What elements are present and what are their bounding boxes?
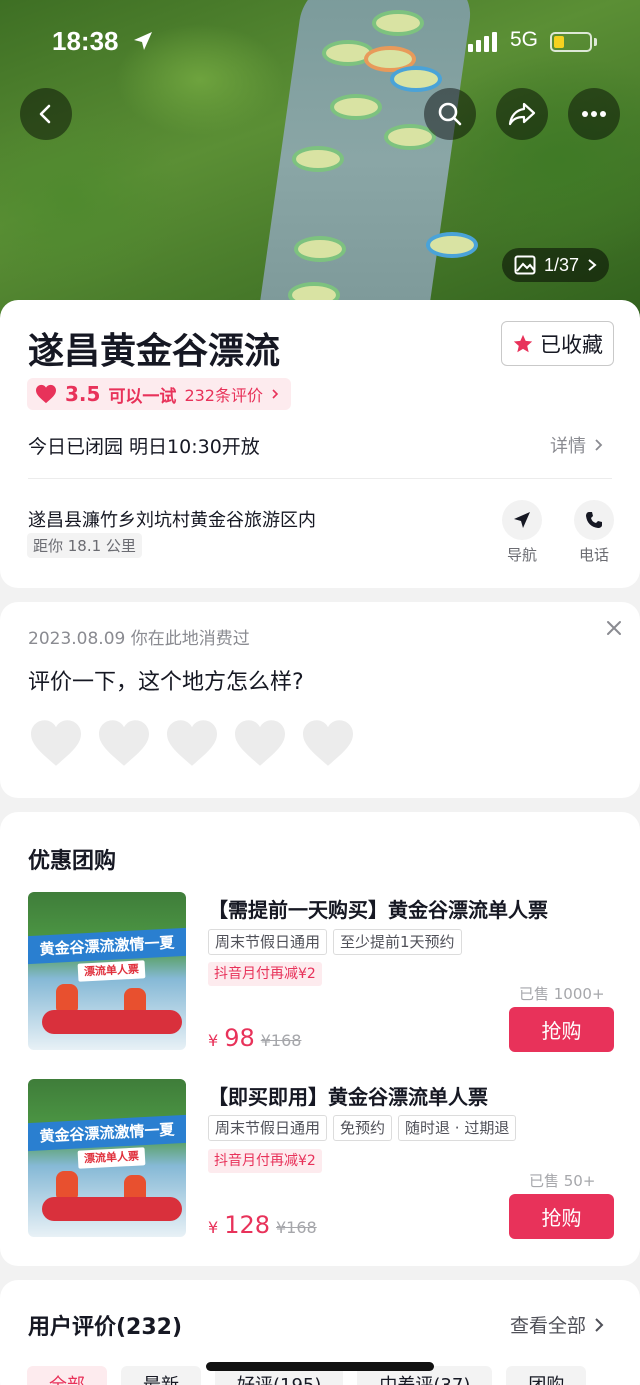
chevron-right-icon xyxy=(588,259,597,271)
navigate-button[interactable]: 导航 xyxy=(492,500,552,565)
location-arrow-icon xyxy=(134,32,152,50)
divider xyxy=(28,478,612,479)
raft xyxy=(390,66,442,92)
phone-icon xyxy=(586,512,602,528)
network-type: 5G xyxy=(510,28,539,51)
phone-label: 电话 xyxy=(578,546,609,564)
battery-icon xyxy=(550,32,592,52)
share-icon xyxy=(508,102,536,126)
deal-sold-count: 已售 1000+ xyxy=(519,985,605,1003)
deal-image-banner: 黄金谷漂流激情一夏 xyxy=(28,927,186,965)
phone-button[interactable]: 电话 xyxy=(564,500,624,565)
heart-icon xyxy=(36,384,56,404)
signal-icon xyxy=(468,32,497,52)
deal-price: ¥ 128 ¥168 xyxy=(208,1211,317,1239)
deal-image-banner: 黄金谷漂流激情一夏 xyxy=(28,1114,186,1152)
price-current: 128 xyxy=(224,1211,270,1239)
deal-tag: 免预约 xyxy=(333,1115,393,1141)
hero-photo[interactable]: 18:38 5G 1/37 xyxy=(0,0,640,330)
raft xyxy=(330,94,382,120)
chevron-right-icon xyxy=(595,1317,604,1332)
more-button[interactable] xyxy=(568,88,620,140)
address[interactable]: 遂昌县濂竹乡刘坑村黄金谷旅游区内 xyxy=(28,506,316,532)
close-icon[interactable] xyxy=(604,618,624,638)
deal-image-sub: 漂流单人票 xyxy=(77,1147,146,1169)
deal-title[interactable]: 【需提前一天购买】黄金谷漂流单人票 xyxy=(208,894,548,923)
see-all-reviews-link[interactable]: 查看全部 xyxy=(510,1311,604,1338)
deals-title: 优惠团购 xyxy=(28,849,117,874)
deal-tags: 周末节假日通用 至少提前1天预约 xyxy=(208,929,462,955)
navigation-arrow-icon xyxy=(514,512,530,528)
details-label: 详情 xyxy=(550,436,586,457)
details-link[interactable]: 详情 xyxy=(550,432,603,458)
see-all-label: 查看全部 xyxy=(510,1315,587,1337)
buy-button[interactable]: 抢购 xyxy=(509,1194,614,1239)
navigate-label: 导航 xyxy=(506,546,537,564)
review-count: 232条评价 xyxy=(184,386,263,405)
home-indicator[interactable] xyxy=(206,1362,434,1371)
favorite-button[interactable]: 已收藏 xyxy=(501,321,614,366)
heart-outline-icon[interactable] xyxy=(300,718,356,768)
back-button[interactable] xyxy=(20,88,72,140)
review-question: 评价一下，这个地方怎么样? xyxy=(28,670,304,695)
price-currency: ¥ xyxy=(208,1031,219,1050)
filter-chip-groupbuy[interactable]: 团购 xyxy=(506,1366,587,1385)
rating-summary[interactable]: 3.5 可以一试 232条评价 xyxy=(27,378,291,410)
raft xyxy=(294,236,346,262)
image-icon xyxy=(514,255,536,275)
deal-tag: 周末节假日通用 xyxy=(208,1115,328,1141)
chevron-right-icon xyxy=(595,439,603,451)
heart-outline-icon[interactable] xyxy=(164,718,220,768)
chevron-right-icon xyxy=(272,389,279,399)
filter-chip-all[interactable]: 全部 xyxy=(27,1366,107,1385)
search-icon xyxy=(438,102,462,126)
status-bar: 18:38 5G xyxy=(0,24,640,64)
favorite-label: 已收藏 xyxy=(540,332,603,357)
battery-cap xyxy=(594,38,597,46)
rating-label: 可以一试 xyxy=(108,386,177,407)
share-button[interactable] xyxy=(496,88,548,140)
price-current: 98 xyxy=(224,1024,255,1052)
price-original: ¥168 xyxy=(260,1031,302,1050)
heart-outline-icon[interactable] xyxy=(96,718,152,768)
heart-outline-icon[interactable] xyxy=(232,718,288,768)
deal-tag: 至少提前1天预约 xyxy=(333,929,462,955)
rating-score: 3.5 xyxy=(65,382,101,406)
search-button[interactable] xyxy=(424,88,476,140)
visit-note: 2023.08.09 你在此地消费过 xyxy=(28,629,250,649)
reviews-title: 用户评价(232) xyxy=(28,1315,183,1340)
deal-promo: 抖音月付再减¥2 xyxy=(208,1149,322,1173)
distance-badge: 距你 18.1 公里 xyxy=(27,533,142,558)
deal-sold-count: 已售 50+ xyxy=(529,1172,596,1190)
price-original: ¥168 xyxy=(276,1218,317,1237)
chevron-left-icon xyxy=(39,104,51,124)
deal-tag: 随时退 · 过期退 xyxy=(398,1115,517,1141)
opening-hours: 今日已闭园 明日10:30开放 xyxy=(28,436,260,458)
deal-image[interactable]: 黄金谷漂流激情一夏 漂流单人票 xyxy=(28,1079,186,1237)
buy-button[interactable]: 抢购 xyxy=(509,1007,614,1052)
deal-promo: 抖音月付再减¥2 xyxy=(208,962,322,986)
deal-title[interactable]: 【即买即用】黄金谷漂流单人票 xyxy=(208,1081,488,1110)
heart-outline-icon[interactable] xyxy=(28,718,84,768)
photo-counter[interactable]: 1/37 xyxy=(502,248,610,282)
filter-chip-latest[interactable]: 最新 xyxy=(121,1366,201,1385)
status-time: 18:38 xyxy=(52,26,119,56)
raft xyxy=(292,146,344,172)
heart-rating-input[interactable] xyxy=(28,718,356,768)
raft xyxy=(426,232,478,258)
deal-price: ¥ 98 ¥168 xyxy=(208,1024,301,1052)
photo-counter-text: 1/37 xyxy=(544,254,580,275)
poi-title: 遂昌黄金谷漂流 xyxy=(28,331,281,372)
price-currency: ¥ xyxy=(208,1218,219,1237)
deal-image[interactable]: 黄金谷漂流激情一夏 漂流单人票 xyxy=(28,892,186,1050)
deal-tag: 周末节假日通用 xyxy=(208,929,328,955)
deal-image-sub: 漂流单人票 xyxy=(77,960,146,982)
deal-tags: 周末节假日通用 免预约 随时退 · 过期退 xyxy=(208,1115,517,1141)
more-dots-icon xyxy=(582,111,606,117)
star-icon xyxy=(513,334,533,352)
